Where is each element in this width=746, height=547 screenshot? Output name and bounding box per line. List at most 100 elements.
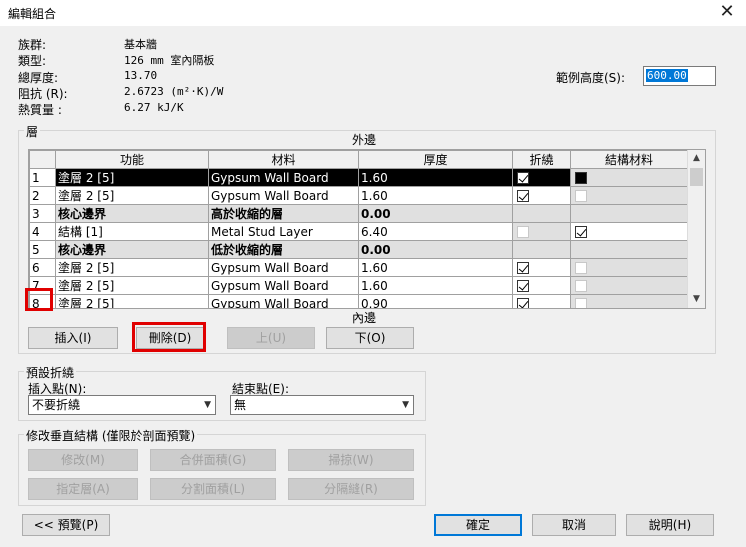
checkbox[interactable]	[575, 280, 587, 292]
checkbox[interactable]	[575, 298, 587, 308]
row-number-cell[interactable]: 3	[29, 204, 56, 223]
modify-vertical-structure-label: 修改垂直結構 (僅限於剖面預覽)	[24, 427, 198, 444]
checkbox[interactable]	[517, 280, 529, 292]
thickness-cell[interactable]: 1.60	[358, 276, 513, 295]
material-cell[interactable]: Metal Stud Layer	[208, 222, 359, 241]
material-cell[interactable]: Gypsum Wall Board	[208, 186, 359, 205]
property-value: 基本牆	[124, 38, 157, 51]
table-row[interactable]: 4 結構 [1] Metal Stud Layer 6.40	[29, 222, 688, 241]
table-scrollbar[interactable]: ▲ ▼	[687, 150, 705, 308]
structural-material-cell[interactable]	[570, 294, 688, 308]
table-row[interactable]: 7 塗層 2 [5] Gypsum Wall Board 1.60	[29, 276, 688, 295]
help-button[interactable]: 說明(H)	[626, 514, 714, 536]
property-label: 類型:	[18, 54, 47, 68]
checkbox[interactable]	[517, 262, 529, 274]
structural-material-cell[interactable]	[570, 222, 688, 241]
wraps-cell[interactable]	[512, 168, 571, 187]
material-cell[interactable]: Gypsum Wall Board	[208, 276, 359, 295]
wraps-cell	[512, 240, 571, 259]
table-row[interactable]: 3 核心邊界 高於收縮的層 0.00	[29, 204, 688, 223]
function-cell[interactable]: 核心邊界	[55, 240, 209, 259]
merge-regions-button[interactable]: 合併面積(G)	[150, 449, 276, 471]
function-cell[interactable]: 塗層 2 [5]	[55, 294, 209, 308]
function-cell[interactable]: 結構 [1]	[55, 222, 209, 241]
end-point-select[interactable]: 無 ▼	[230, 395, 414, 415]
sample-height-input[interactable]: 600.00	[643, 66, 716, 86]
checkbox[interactable]	[575, 226, 587, 238]
function-cell[interactable]: 塗層 2 [5]	[55, 186, 209, 205]
row-number-cell[interactable]: 6	[29, 258, 56, 277]
property-family: 族群: 基本牆	[18, 36, 318, 53]
checkbox[interactable]	[575, 172, 587, 184]
material-cell[interactable]: 高於收縮的層	[208, 204, 359, 223]
column-header-thickness: 厚度	[358, 150, 513, 169]
ok-button[interactable]: 確定	[434, 514, 522, 536]
material-cell[interactable]: 低於收縮的層	[208, 240, 359, 259]
checkbox[interactable]	[517, 172, 529, 184]
table-row[interactable]: 6 塗層 2 [5] Gypsum Wall Board 1.60	[29, 258, 688, 277]
wraps-cell[interactable]	[512, 294, 571, 308]
table-row[interactable]: 1 塗層 2 [5] Gypsum Wall Board 1.60	[29, 168, 688, 187]
assign-layers-button[interactable]: 指定層(A)	[28, 478, 138, 500]
property-value: 13.70	[124, 69, 158, 82]
insert-point-select[interactable]: 不要折繞 ▼	[28, 395, 216, 415]
modify-button[interactable]: 修改(M)	[28, 449, 138, 471]
checkbox[interactable]	[575, 262, 587, 274]
table-row[interactable]: 2 塗層 2 [5] Gypsum Wall Board 1.60	[29, 186, 688, 205]
reveals-button[interactable]: 分隔縫(R)	[288, 478, 414, 500]
thickness-cell[interactable]: 1.60	[358, 186, 513, 205]
wraps-cell[interactable]	[512, 186, 571, 205]
structural-material-cell[interactable]	[570, 168, 688, 187]
column-header-wraps: 折繞	[512, 150, 571, 169]
thickness-cell[interactable]: 1.60	[358, 168, 513, 187]
row-number-cell[interactable]: 2	[29, 186, 56, 205]
row-number-cell[interactable]: 1	[29, 168, 56, 187]
thickness-cell[interactable]: 0.00	[358, 240, 513, 259]
wraps-cell[interactable]	[512, 276, 571, 295]
row-8-number-highlight	[25, 288, 53, 311]
checkbox[interactable]	[517, 226, 529, 238]
table-row[interactable]: 8 塗層 2 [5] Gypsum Wall Board 0.90	[29, 294, 688, 308]
row-number-cell[interactable]: 4	[29, 222, 56, 241]
scroll-up-icon[interactable]: ▲	[688, 150, 705, 167]
structural-material-cell[interactable]	[570, 186, 688, 205]
property-label: 熱質量 :	[18, 103, 62, 117]
insert-point-value: 不要折繞	[32, 398, 81, 412]
wraps-cell[interactable]	[512, 258, 571, 277]
close-icon[interactable]: ✕	[716, 1, 738, 23]
checkbox[interactable]	[517, 190, 529, 202]
row-number-cell[interactable]: 5	[29, 240, 56, 259]
scroll-thumb[interactable]	[690, 168, 703, 186]
function-cell[interactable]: 塗層 2 [5]	[55, 276, 209, 295]
sweeps-button[interactable]: 掃掠(W)	[288, 449, 414, 471]
insert-button[interactable]: 插入(I)	[28, 327, 118, 349]
split-region-button[interactable]: 分割面積(L)	[150, 478, 276, 500]
thickness-cell[interactable]: 1.60	[358, 258, 513, 277]
function-cell[interactable]: 核心邊界	[55, 204, 209, 223]
preview-button[interactable]: << 預覽(P)	[22, 514, 110, 536]
thickness-cell[interactable]: 0.90	[358, 294, 513, 308]
thickness-cell[interactable]: 0.00	[358, 204, 513, 223]
sample-height-label: 範例高度(S):	[556, 71, 626, 85]
material-cell[interactable]: Gypsum Wall Board	[208, 168, 359, 187]
function-cell[interactable]: 塗層 2 [5]	[55, 258, 209, 277]
thickness-cell[interactable]: 6.40	[358, 222, 513, 241]
title-bar: 編輯組合 ✕	[0, 0, 746, 26]
structural-material-cell[interactable]	[570, 276, 688, 295]
material-cell[interactable]: Gypsum Wall Board	[208, 294, 359, 308]
table-header-row: 功能 材料 厚度 折繞 結構材料	[29, 150, 688, 169]
function-cell[interactable]: 塗層 2 [5]	[55, 168, 209, 187]
scroll-down-icon[interactable]: ▼	[688, 291, 705, 308]
wraps-cell[interactable]	[512, 222, 571, 241]
checkbox[interactable]	[517, 298, 529, 308]
checkbox[interactable]	[575, 190, 587, 202]
chevron-down-icon: ▼	[204, 400, 211, 410]
structural-material-cell[interactable]	[570, 258, 688, 277]
property-type: 類型: 126 mm 室內隔板	[18, 52, 318, 69]
exterior-side-label: 外邊	[352, 133, 377, 147]
move-down-button[interactable]: 下(O)	[326, 327, 414, 349]
cancel-button[interactable]: 取消	[532, 514, 616, 536]
move-up-button[interactable]: 上(U)	[227, 327, 315, 349]
table-row[interactable]: 5 核心邊界 低於收縮的層 0.00	[29, 240, 688, 259]
material-cell[interactable]: Gypsum Wall Board	[208, 258, 359, 277]
